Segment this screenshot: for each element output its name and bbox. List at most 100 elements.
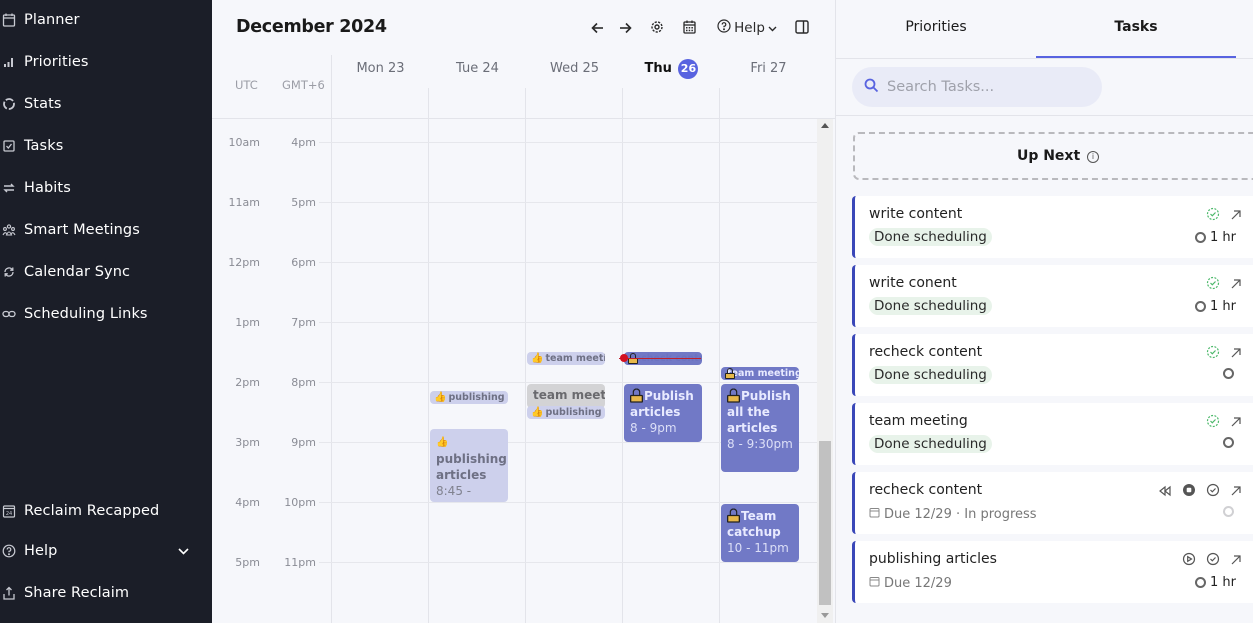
sidebar-item-calendar-sync[interactable]: Calendar Sync xyxy=(0,258,212,286)
task-card[interactable]: recheck content Done scheduling xyxy=(852,334,1253,396)
calendar-event[interactable]: team meetup xyxy=(527,384,605,408)
sidebar-item-label: Priorities xyxy=(24,54,89,70)
play-icon[interactable] xyxy=(1182,551,1196,570)
scroll-down-arrow[interactable] xyxy=(821,613,829,618)
calendar-event[interactable]: Publish articles 8 - 9pm xyxy=(624,384,702,442)
next-week-button[interactable] xyxy=(616,17,634,39)
task-card[interactable]: team meeting Done scheduling xyxy=(852,403,1253,465)
status-badge: Done scheduling xyxy=(869,297,992,315)
day-header-today[interactable]: Thu 26 xyxy=(623,59,720,79)
current-time-line xyxy=(619,358,701,359)
repeat-icon xyxy=(0,181,24,195)
calendar-event[interactable]: 👍publishing articles xyxy=(527,406,605,419)
event-time: 10 - 11pm xyxy=(727,541,789,555)
task-actions xyxy=(1206,275,1242,294)
tab-tasks[interactable]: Tasks xyxy=(1036,0,1236,58)
sidebar-item-habits[interactable]: Habits xyxy=(0,174,212,202)
thumbs-up-icon: 👍 xyxy=(436,437,449,448)
calendar-event[interactable]: 👍 publishing articles 8:45 - xyxy=(430,429,508,502)
calendar-icon xyxy=(869,576,880,591)
today-badge: 26 xyxy=(678,59,699,79)
day-header[interactable]: Tue 24 xyxy=(429,61,526,76)
progress-ring-icon xyxy=(1223,506,1234,517)
bar-chart-icon xyxy=(0,55,24,69)
calendar-grid[interactable]: 10am 4pm 11am 5pm 12pm 6pm 1pm 7pm 2pm 8pm 3pm 9pm 4… xyxy=(212,119,835,623)
time-label-utc: 5pm xyxy=(235,556,260,569)
calendar-event[interactable]: Team catchup 10 - 11pm xyxy=(721,504,799,562)
time-label-utc: 12pm xyxy=(228,256,260,269)
time-label-utc: 2pm xyxy=(235,376,260,389)
event-title: team meeting xyxy=(727,368,799,379)
lock-icon xyxy=(727,388,740,403)
day-header[interactable]: Wed 25 xyxy=(526,61,623,76)
toggle-panel-button[interactable] xyxy=(793,17,811,39)
hour-line xyxy=(319,322,817,323)
sidebar-item-planner[interactable]: Planner xyxy=(0,6,212,34)
mark-done-icon[interactable] xyxy=(1206,482,1220,501)
open-task-icon[interactable] xyxy=(1230,344,1242,363)
open-task-icon[interactable] xyxy=(1230,275,1242,294)
day-header[interactable]: Mon 23 xyxy=(332,61,429,76)
thumbs-up-icon: 👍 xyxy=(531,353,544,364)
help-dropdown-button[interactable]: Help xyxy=(713,17,781,39)
calendar-scrollbar[interactable] xyxy=(817,119,833,623)
task-card[interactable]: write content Done scheduling 1 hr xyxy=(852,196,1253,258)
sidebar-item-share-reclaim[interactable]: Share Reclaim xyxy=(0,579,212,607)
check-scheduled-icon[interactable] xyxy=(1206,275,1220,294)
chevron-down-icon xyxy=(178,544,189,558)
lock-icon xyxy=(727,508,740,523)
sidebar-item-tasks[interactable]: Tasks xyxy=(0,132,212,160)
stop-icon[interactable] xyxy=(1182,482,1196,501)
calendar-picker-button[interactable] xyxy=(680,17,698,39)
sidebar-item-smart-meetings[interactable]: Smart Meetings xyxy=(0,216,212,244)
up-next-dropzone[interactable]: Up Next i xyxy=(853,132,1253,180)
sidebar-item-priorities[interactable]: Priorities xyxy=(0,48,212,76)
sidebar-item-label: Reclaim Recapped xyxy=(24,503,160,519)
divider xyxy=(331,55,332,118)
thumbs-up-icon: 👍 xyxy=(434,392,447,403)
sidebar-item-stats[interactable]: Stats xyxy=(0,90,212,118)
info-icon[interactable]: i xyxy=(1087,151,1100,163)
sidebar-item-help[interactable]: Help xyxy=(0,537,212,565)
task-card[interactable]: write conent Done scheduling 1 hr xyxy=(852,265,1253,327)
sidebar-item-reclaim-recapped[interactable]: 24 Reclaim Recapped xyxy=(0,497,212,525)
scroll-thumb[interactable] xyxy=(819,441,831,605)
calendar-event[interactable]: Publish all the articles 8 - 9:30pm xyxy=(721,384,799,472)
current-time-dot xyxy=(620,354,628,362)
open-task-icon[interactable] xyxy=(1230,551,1242,570)
tab-priorities[interactable]: Priorities xyxy=(836,0,1036,58)
check-scheduled-icon[interactable] xyxy=(1206,206,1220,225)
open-task-icon[interactable] xyxy=(1230,413,1242,432)
settings-button[interactable] xyxy=(648,17,666,39)
divider xyxy=(836,58,1253,59)
sidebar-item-scheduling-links[interactable]: Scheduling Links xyxy=(0,300,212,328)
calendar-event[interactable]: 👍team meeting xyxy=(527,352,605,365)
search-icon xyxy=(864,78,879,97)
scroll-up-arrow[interactable] xyxy=(821,123,829,128)
day-header[interactable]: Fri 27 xyxy=(720,61,817,76)
calendar-event[interactable]: 👍publishing articles xyxy=(430,391,508,404)
divider xyxy=(331,119,332,623)
task-actions xyxy=(1206,344,1242,363)
check-scheduled-icon[interactable] xyxy=(1206,344,1220,363)
prev-week-button[interactable] xyxy=(588,17,606,39)
open-task-icon[interactable] xyxy=(1230,206,1242,225)
task-card[interactable]: recheck content Due 12/29 · In progress xyxy=(852,472,1253,534)
divider xyxy=(622,88,623,118)
rewind-icon[interactable] xyxy=(1158,482,1172,501)
task-card[interactable]: publishing articles Due 12/29 1 hr xyxy=(852,541,1253,603)
search-input[interactable] xyxy=(887,79,1087,95)
open-task-icon[interactable] xyxy=(1230,482,1242,501)
arrow-left-icon xyxy=(590,19,604,38)
task-actions xyxy=(1158,482,1242,501)
task-title: recheck content xyxy=(869,344,983,360)
time-label-local: 7pm xyxy=(291,316,316,329)
search-box[interactable] xyxy=(852,67,1102,107)
divider xyxy=(428,119,429,623)
task-duration: 1 hr xyxy=(1195,230,1236,245)
mark-done-icon[interactable] xyxy=(1206,551,1220,570)
check-scheduled-icon[interactable] xyxy=(1206,413,1220,432)
calendar-24-icon: 24 xyxy=(0,504,24,518)
calendar-event[interactable]: team meeting xyxy=(721,367,799,380)
status-badge: Done scheduling xyxy=(869,366,992,384)
